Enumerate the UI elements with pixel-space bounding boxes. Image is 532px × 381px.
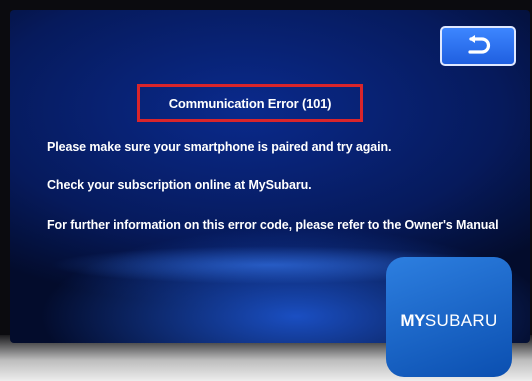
error-message-line-2: Check your subscription online at MySuba… <box>47 178 312 192</box>
error-message-line-3: For further information on this error co… <box>47 218 499 232</box>
logo-my-text: MY <box>400 311 425 330</box>
mysubaru-app-icon: MY SUBARU <box>386 257 512 377</box>
error-title: Communication Error (101) <box>168 95 332 111</box>
return-arrow-icon <box>468 35 491 54</box>
back-button[interactable] <box>440 26 516 66</box>
error-title-highlight: Communication Error (101) <box>137 84 363 122</box>
logo-subaru-text: SUBARU <box>424 311 498 330</box>
mysubaru-logo: MY SUBARU <box>400 311 497 331</box>
error-message-line-1: Please make sure your smartphone is pair… <box>47 140 392 154</box>
